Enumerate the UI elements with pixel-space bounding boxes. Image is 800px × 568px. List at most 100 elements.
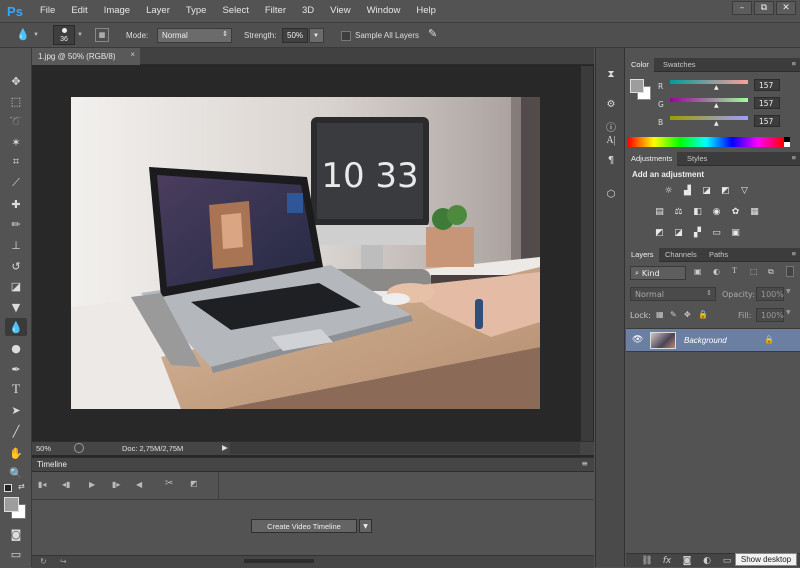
- brush-dropdown-arrow-icon[interactable]: ▼: [77, 32, 83, 38]
- hue-saturation-icon[interactable]: ▤: [653, 206, 666, 217]
- channel-b-slider[interactable]: [670, 116, 748, 120]
- zoom-level[interactable]: 50%: [36, 444, 51, 453]
- menu-file[interactable]: File: [32, 0, 63, 22]
- posterize-icon[interactable]: ◪: [672, 227, 685, 238]
- next-frame-icon[interactable]: ▮▸: [112, 480, 120, 489]
- tab-channels[interactable]: Channels: [660, 248, 702, 262]
- channel-b-value[interactable]: 157: [754, 115, 780, 127]
- foreground-color-swatch[interactable]: [4, 497, 19, 512]
- move-tool-icon[interactable]: ✥: [5, 72, 27, 90]
- crop-tool-icon[interactable]: ⌗: [5, 153, 27, 171]
- history-brush-tool-icon[interactable]: ↺: [5, 257, 27, 275]
- menu-window[interactable]: Window: [359, 0, 409, 22]
- filter-adjustment-icon[interactable]: ◐: [713, 267, 720, 276]
- channel-b-thumb-icon[interactable]: ▲: [714, 120, 719, 127]
- color-panel-menu-icon[interactable]: ≡: [792, 59, 796, 68]
- fill-input[interactable]: 100%: [756, 308, 784, 322]
- previous-frame-icon[interactable]: ◂▮: [62, 480, 70, 489]
- channel-r-value[interactable]: 157: [754, 79, 780, 91]
- ramp-white-chip[interactable]: [784, 142, 790, 147]
- paragraph-panel-icon[interactable]: ¶: [602, 152, 620, 168]
- tab-paths[interactable]: Paths: [704, 248, 733, 262]
- document-tab[interactable]: 1.jpg @ 50% (RGB/8) ×: [32, 48, 140, 65]
- color-foreground-swatch[interactable]: [630, 79, 644, 93]
- menu-type[interactable]: Type: [178, 0, 215, 22]
- filter-toggle-switch[interactable]: [786, 266, 794, 277]
- menu-help[interactable]: Help: [408, 0, 444, 22]
- levels-icon[interactable]: ▟: [681, 185, 694, 196]
- new-adjustment-layer-icon[interactable]: ◐: [700, 554, 714, 568]
- create-video-timeline-button[interactable]: Create Video Timeline: [251, 519, 357, 533]
- brush-tool-icon[interactable]: ✏: [5, 215, 27, 233]
- menu-view[interactable]: View: [322, 0, 358, 22]
- magic-wand-tool-icon[interactable]: ✶: [5, 133, 27, 151]
- layer-effects-icon[interactable]: fx: [660, 554, 674, 568]
- strength-input[interactable]: 50%: [282, 28, 308, 43]
- eyedropper-tool-icon[interactable]: ⟋: [5, 174, 27, 192]
- pen-tool-icon[interactable]: ✒: [5, 360, 27, 378]
- eraser-tool-icon[interactable]: ◪: [5, 277, 27, 295]
- type-tool-icon[interactable]: T: [5, 380, 27, 398]
- paint-bucket-tool-icon[interactable]: ▼: [5, 298, 27, 316]
- lock-transparent-icon[interactable]: ▦: [656, 310, 664, 319]
- blend-mode-select[interactable]: Normal ⇕: [630, 287, 716, 301]
- menu-edit[interactable]: Edit: [63, 0, 95, 22]
- timeline-type-dropdown-icon[interactable]: ▼: [359, 519, 372, 533]
- layer-name[interactable]: Background: [684, 336, 727, 345]
- gradient-map-icon[interactable]: ▭: [710, 227, 723, 238]
- exposure-icon[interactable]: ◩: [719, 185, 732, 196]
- threshold-icon[interactable]: ▞: [691, 227, 704, 238]
- color-spectrum-ramp[interactable]: [628, 137, 784, 147]
- color-balance-icon[interactable]: ⚖: [672, 206, 685, 217]
- properties-panel-icon[interactable]: ⚙: [602, 96, 620, 112]
- brush-panel-toggle-icon[interactable]: ▦: [95, 28, 109, 42]
- mode-select[interactable]: Normal ⇕: [157, 28, 232, 43]
- minimize-button[interactable]: –: [732, 1, 752, 15]
- tab-swatches[interactable]: Swatches: [658, 58, 701, 72]
- layer-visibility-eye-icon[interactable]: 👁: [632, 335, 643, 345]
- filter-shape-icon[interactable]: ⬚: [750, 267, 758, 276]
- split-scissors-icon[interactable]: ✂: [165, 478, 173, 489]
- channel-r-thumb-icon[interactable]: ▲: [714, 84, 719, 91]
- channel-g-slider[interactable]: [670, 98, 748, 102]
- audio-icon[interactable]: ◀: [136, 480, 142, 489]
- channel-g-thumb-icon[interactable]: ▲: [714, 102, 719, 109]
- menu-image[interactable]: Image: [96, 0, 138, 22]
- document-tab-close-icon[interactable]: ×: [130, 50, 135, 59]
- preset-dropdown-arrow-icon[interactable]: ▼: [33, 32, 39, 38]
- history-panel-icon[interactable]: ⧗: [602, 66, 620, 82]
- add-mask-icon[interactable]: ◙: [680, 554, 694, 568]
- character-panel-icon[interactable]: A|: [602, 132, 620, 148]
- filter-type-icon[interactable]: T: [732, 266, 737, 275]
- canvas-horizontal-scrollbar[interactable]: [230, 442, 580, 454]
- adjustments-panel-menu-icon[interactable]: ≡: [792, 153, 796, 162]
- go-to-first-frame-icon[interactable]: ▮◂: [38, 480, 46, 489]
- channel-r-slider[interactable]: [670, 80, 748, 84]
- lasso-tool-icon[interactable]: ➰: [5, 112, 27, 130]
- lock-position-icon[interactable]: ✥: [684, 310, 691, 319]
- tab-styles[interactable]: Styles: [682, 152, 712, 166]
- color-lookup-icon[interactable]: ▦: [748, 206, 761, 217]
- brightness-contrast-icon[interactable]: ☼: [662, 185, 675, 196]
- zoom-tool-icon[interactable]: 🔍: [5, 464, 27, 482]
- healing-brush-tool-icon[interactable]: ✚: [5, 195, 27, 213]
- photo-filter-icon[interactable]: ◉: [710, 206, 723, 217]
- blur-tool-preset-icon[interactable]: 💧: [16, 28, 30, 42]
- strength-dropdown-icon[interactable]: ▼: [309, 28, 324, 43]
- brush-preset-picker[interactable]: 36: [53, 25, 75, 45]
- channel-mixer-icon[interactable]: ✿: [729, 206, 742, 217]
- timeline-convert-icon[interactable]: ↻: [40, 557, 47, 566]
- opacity-input[interactable]: 100%: [756, 287, 784, 301]
- filter-smart-object-icon[interactable]: ⧉: [768, 267, 774, 277]
- default-colors-icon[interactable]: [4, 484, 12, 492]
- new-group-icon[interactable]: ▭: [720, 554, 734, 568]
- lock-all-icon[interactable]: 🔒: [698, 310, 708, 319]
- filter-pixel-icon[interactable]: ▣: [694, 267, 702, 276]
- canvas-vertical-scrollbar[interactable]: [581, 66, 593, 441]
- status-settings-icon[interactable]: [74, 443, 84, 453]
- menu-layer[interactable]: Layer: [138, 0, 178, 22]
- timeline-render-icon[interactable]: ↪: [60, 557, 67, 566]
- path-selection-tool-icon[interactable]: ➤: [5, 401, 27, 419]
- link-layers-icon[interactable]: ⛓: [640, 554, 654, 568]
- layer-filter-kind-select[interactable]: ⌕ Kind: [630, 266, 686, 280]
